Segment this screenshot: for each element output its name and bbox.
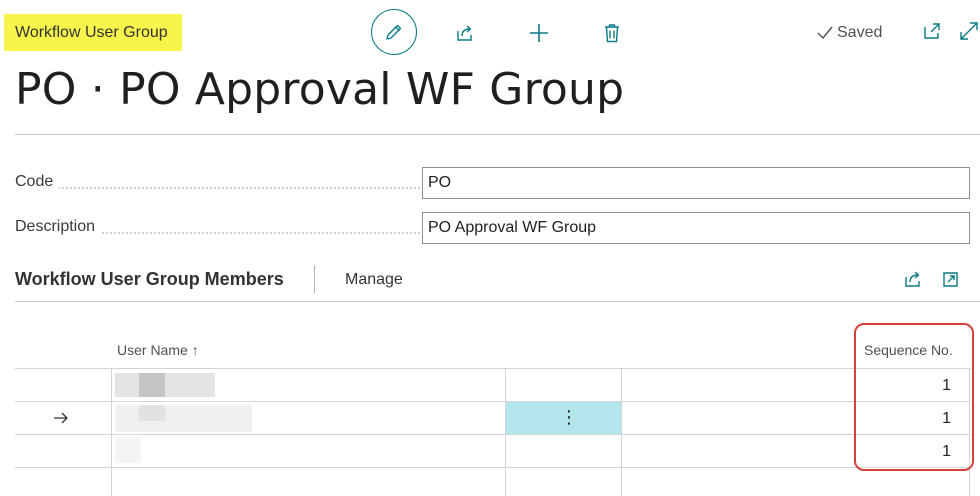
subpage-divider (15, 301, 980, 302)
popout-icon (924, 23, 940, 39)
saved-status: Saved (817, 22, 882, 44)
edit-button[interactable] (371, 9, 417, 55)
row-marker-cell[interactable] (15, 402, 112, 435)
page-title: PO · PO Approval WF Group (15, 64, 625, 115)
user-name-cell[interactable] (112, 369, 506, 402)
subpage-separator (314, 265, 315, 293)
members-title: Workflow User Group Members (15, 269, 284, 289)
code-dot-leader (15, 187, 420, 189)
table-row[interactable]: 1 (15, 368, 970, 402)
description-field[interactable]: PO Approval WF Group (422, 212, 970, 244)
sequence-no-cell[interactable]: 1 (622, 369, 970, 402)
edit-icon (386, 24, 402, 40)
redacted-user-name (139, 405, 165, 421)
checkmark-icon (817, 26, 833, 40)
column-header-user-name-label: User Name (117, 342, 188, 358)
saved-status-label: Saved (837, 24, 883, 41)
user-name-cell[interactable] (112, 435, 506, 468)
user-name-cell[interactable] (112, 468, 506, 496)
row-menu-cell[interactable] (506, 369, 622, 402)
share-icon (457, 25, 472, 41)
redacted-user-name (115, 373, 215, 397)
members-subpage-header: Workflow User Group Members Manage (15, 257, 980, 301)
table-row[interactable]: ⋮ 1 (15, 401, 970, 435)
redacted-user-name (115, 405, 252, 432)
manage-menu[interactable]: Manage (345, 271, 403, 289)
expand-box-icon (943, 272, 958, 287)
row-menu-cell[interactable]: ⋮ (506, 402, 622, 435)
column-header-sequence-no[interactable]: Sequence No. (864, 342, 953, 358)
title-divider (15, 134, 980, 135)
code-label: Code (15, 173, 60, 191)
description-field-row: Description PO Approval WF Group (15, 212, 980, 244)
sequence-no-cell[interactable]: 1 (622, 435, 970, 468)
table-row[interactable]: 1 (15, 434, 970, 468)
members-share-button[interactable] (903, 269, 925, 291)
plus-icon (530, 24, 548, 42)
page-caption: Workflow User Group (4, 14, 182, 51)
description-label: Description (15, 218, 102, 236)
row-menu-cell[interactable] (506, 468, 622, 496)
trash-icon (605, 24, 619, 43)
delete-button[interactable] (589, 10, 635, 56)
user-name-cell[interactable] (112, 402, 506, 435)
row-marker-cell[interactable] (15, 369, 112, 402)
column-header-user-name[interactable]: User Name ↑ (117, 342, 199, 358)
code-field[interactable]: PO (422, 167, 970, 199)
expand-icon (960, 22, 978, 40)
redacted-user-name (115, 437, 141, 463)
popout-button[interactable] (921, 20, 947, 46)
row-marker-cell[interactable] (15, 468, 112, 496)
sort-ascending-icon: ↑ (191, 342, 199, 358)
sequence-no-cell[interactable]: 1 (622, 402, 970, 435)
share-button[interactable] (442, 10, 488, 56)
expand-button[interactable] (958, 20, 980, 46)
code-field-row: Code PO (15, 167, 980, 199)
row-action-menu-icon[interactable]: ⋮ (560, 407, 578, 428)
new-button[interactable] (516, 10, 562, 56)
redacted-user-name (139, 373, 165, 397)
current-row-arrow-icon (54, 412, 68, 424)
sequence-no-cell[interactable] (622, 468, 970, 496)
table-row-empty[interactable] (15, 467, 970, 496)
members-expand-button[interactable] (941, 269, 963, 291)
row-menu-cell[interactable] (506, 435, 622, 468)
share-icon (905, 271, 920, 287)
row-marker-cell[interactable] (15, 435, 112, 468)
